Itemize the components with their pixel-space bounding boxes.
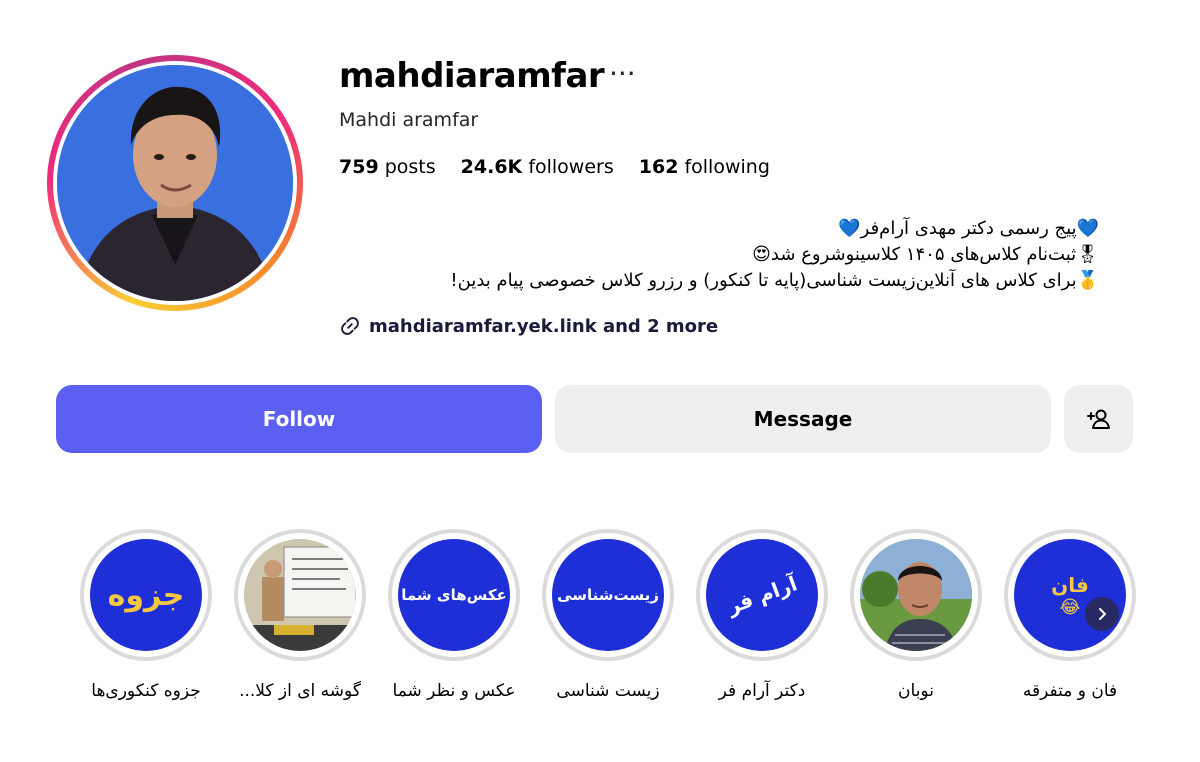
profile-bio: 💙پیج رسمی دکتر مهدی آرام‌فر💙 🎖ثبت‌نام کل… <box>339 216 1099 294</box>
followers-count: 24.6K <box>460 156 523 178</box>
highlight-ring: زیست‌شناسی <box>542 529 674 661</box>
message-button-label: Message <box>753 407 853 431</box>
laughing-emoji-icon: 😂 <box>1059 596 1081 618</box>
following-count: 162 <box>638 156 679 178</box>
follow-button[interactable]: Follow <box>56 385 542 453</box>
follow-button-label: Follow <box>262 407 336 431</box>
following-stat[interactable]: 162 following <box>639 156 770 178</box>
posts-label: posts <box>384 156 436 178</box>
highlight-cover <box>244 539 356 651</box>
highlight-ring <box>234 529 366 661</box>
add-user-button[interactable] <box>1064 385 1133 453</box>
highlight-item[interactable]: جزوه جزوه کنکوری‌ها <box>80 529 212 701</box>
message-button[interactable]: Message <box>555 385 1051 453</box>
followers-stat[interactable]: 24.6K followers <box>461 156 614 178</box>
avatar-portrait-icon <box>57 65 293 301</box>
highlight-ring: آرام فر <box>696 529 828 661</box>
highlight-cover: فان 😂 <box>1014 539 1126 651</box>
avatar-border <box>53 61 297 305</box>
highlight-cover-text: عکس‌های شما <box>401 586 507 604</box>
bio-line-3: 🥇برای کلاس های آنلاین‌زیست شناسی(پایه تا… <box>450 270 1099 291</box>
selfie-photo-icon <box>860 539 972 651</box>
followers-label: followers <box>528 156 614 178</box>
highlight-cover: جزوه <box>90 539 202 651</box>
highlight-item[interactable]: نوبان <box>850 529 982 701</box>
profile-stats: 759 posts 24.6K followers 162 following <box>339 156 770 178</box>
highlight-cover-text: جزوه <box>107 577 185 613</box>
bio-line-1: 💙پیج رسمی دکتر مهدی آرام‌فر💙 <box>838 218 1099 239</box>
highlight-item[interactable]: آرام فر دکتر آرام فر <box>696 529 828 701</box>
highlight-item[interactable]: زیست‌شناسی زیست شناسی <box>542 529 674 701</box>
profile-username: mahdiaramfar <box>339 56 605 96</box>
add-user-icon <box>1086 409 1110 429</box>
following-label: following <box>684 156 770 178</box>
profile-link[interactable]: mahdiaramfar.yek.link and 2 more <box>339 315 718 337</box>
highlight-item[interactable]: فان 😂 فان و متفرقه <box>1004 529 1136 701</box>
more-options-icon[interactable]: ··· <box>609 56 636 92</box>
highlight-cover: زیست‌شناسی <box>552 539 664 651</box>
highlight-cover: عکس‌های شما <box>398 539 510 651</box>
profile-avatar-ring[interactable] <box>47 55 303 311</box>
posts-count: 759 <box>339 156 379 178</box>
highlight-ring: عکس‌های شما <box>388 529 520 661</box>
chevron-right-icon <box>1099 608 1107 620</box>
highlight-item[interactable]: عکس‌های شما عکس و نظر شما <box>388 529 520 701</box>
highlight-ring: جزوه <box>80 529 212 661</box>
highlight-cover <box>860 539 972 651</box>
highlight-item[interactable]: گوشه ای از کلا... <box>234 529 366 701</box>
highlights-next-button[interactable] <box>1085 597 1119 631</box>
profile-link-text: mahdiaramfar.yek.link and 2 more <box>369 315 719 337</box>
classroom-photo-icon <box>244 539 356 651</box>
highlight-cover-text: فان <box>1051 572 1089 597</box>
avatar[interactable] <box>57 65 293 301</box>
highlight-cover: آرام فر <box>706 539 818 651</box>
bio-line-2: 🎖ثبت‌نام کلاس‌های ۱۴۰۵ کلاسینوشروع شد😍 <box>752 244 1099 265</box>
highlight-label: فان و متفرقه <box>1022 681 1118 701</box>
highlight-cover-text: آرام فر <box>723 571 801 619</box>
highlight-ring <box>850 529 982 661</box>
highlight-cover-text: زیست‌شناسی <box>557 586 659 604</box>
profile-full-name: Mahdi aramfar <box>339 109 479 131</box>
highlight-ring: فان 😂 <box>1004 529 1136 661</box>
link-icon <box>341 317 359 335</box>
posts-stat[interactable]: 759 posts <box>339 156 436 178</box>
